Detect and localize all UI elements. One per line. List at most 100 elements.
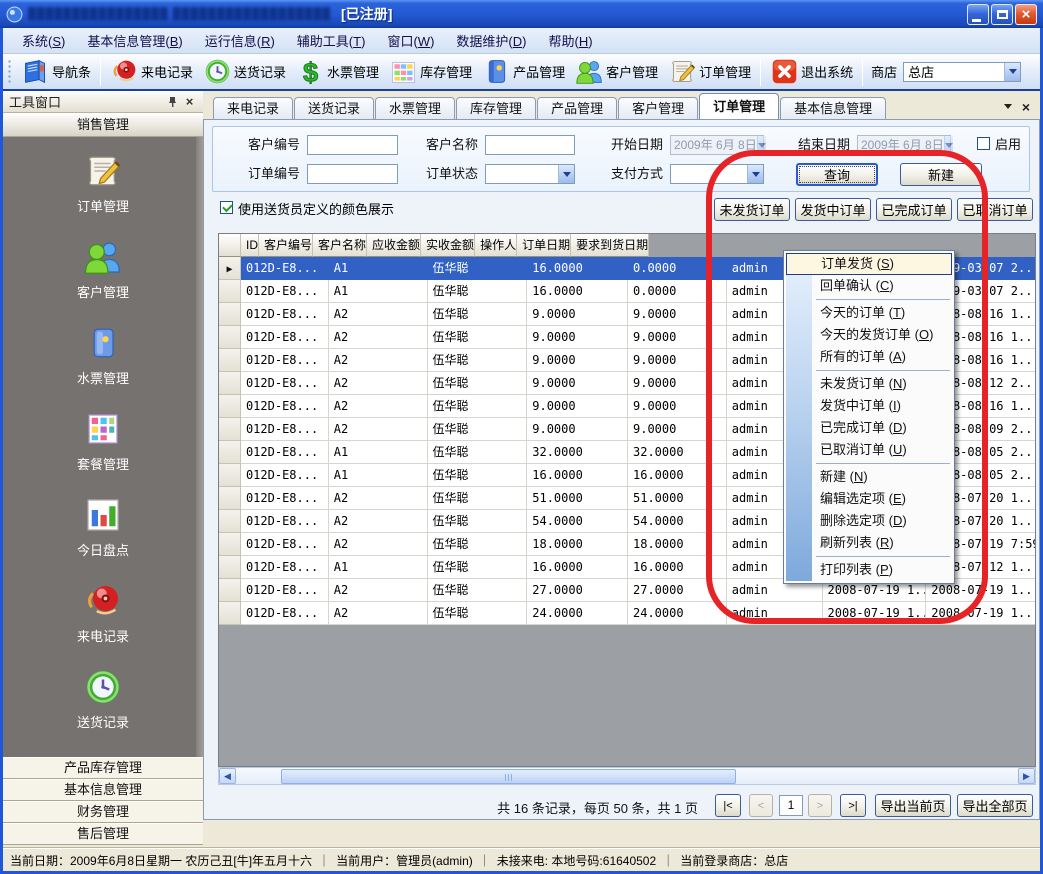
tab[interactable]: 库存管理 xyxy=(456,97,536,119)
export-current-page-button[interactable]: 导出当前页 xyxy=(875,794,951,817)
order-status-filter-button[interactable]: 未发货订单 xyxy=(714,198,790,221)
tab[interactable]: 基本信息管理 xyxy=(780,97,886,119)
sidebar-section-sales[interactable]: 销售管理 xyxy=(3,113,203,137)
toolbar-button[interactable]: 来电记录 xyxy=(105,55,198,88)
context-menu-item[interactable]: 今天的订单 (T) xyxy=(786,302,952,324)
context-menu-item[interactable]: 订单发货 (S) xyxy=(786,253,952,275)
grid-column-header[interactable]: 客户编号 xyxy=(259,234,313,257)
grid-column-header[interactable]: 实收金额 xyxy=(421,234,475,257)
tab[interactable]: 客户管理 xyxy=(618,97,698,119)
order-status-select[interactable] xyxy=(485,164,575,184)
context-menu-item[interactable]: 编辑选定项 (E) xyxy=(786,488,952,510)
export-all-pages-button[interactable]: 导出全部页 xyxy=(957,794,1033,817)
order-no-input[interactable] xyxy=(307,164,398,184)
context-menu-item[interactable]: 未发货订单 (N) xyxy=(786,373,952,395)
toolbar-button[interactable]: 导航条 xyxy=(16,55,96,88)
grid-column-header[interactable]: 要求到货日期 xyxy=(571,234,649,257)
query-button[interactable]: 查询 xyxy=(796,163,878,186)
customer-name-input[interactable] xyxy=(485,135,575,155)
context-menu-item[interactable]: 发货中订单 (I) xyxy=(786,395,952,417)
chevron-down-icon[interactable] xyxy=(747,165,763,183)
pin-icon[interactable] xyxy=(167,96,182,108)
chevron-down-icon[interactable] xyxy=(944,136,953,154)
menubar-item[interactable]: 辅助工具(T) xyxy=(286,27,377,54)
toolbar-button[interactable]: 退出系统 xyxy=(765,55,858,88)
tab[interactable]: 来电记录 xyxy=(213,97,293,119)
context-menu-item[interactable]: 回单确认 (C) xyxy=(786,275,952,297)
sidebar-section-bar[interactable]: 财务管理 xyxy=(3,801,203,823)
next-page-button[interactable]: > xyxy=(808,794,832,817)
tab-close-icon[interactable]: × xyxy=(1022,101,1030,113)
toolbar-grip[interactable] xyxy=(7,59,12,85)
scroll-right-icon[interactable]: ▶ xyxy=(1018,768,1035,784)
close-button[interactable]: × xyxy=(1015,4,1037,25)
menubar-item[interactable]: 数据维护(D) xyxy=(445,27,537,54)
tab[interactable]: 产品管理 xyxy=(537,97,617,119)
order-status-filter-button[interactable]: 已完成订单 xyxy=(876,198,952,221)
sidebar-section-bar[interactable]: 基本信息管理 xyxy=(3,779,203,801)
grid-column-header[interactable]: 应收金额 xyxy=(367,234,421,257)
menubar-item[interactable]: 窗口(W) xyxy=(376,27,445,54)
store-select[interactable]: 总店 xyxy=(903,62,1021,82)
sidebar-item[interactable]: 水票管理 xyxy=(28,323,178,409)
pay-method-select[interactable] xyxy=(670,164,764,184)
horizontal-scrollbar[interactable]: ◀ ▶ xyxy=(218,767,1036,785)
toolbar-button[interactable]: 库存管理 xyxy=(384,55,477,88)
maximize-button[interactable] xyxy=(991,4,1013,25)
scroll-left-icon[interactable]: ◀ xyxy=(219,768,236,784)
chevron-down-icon[interactable] xyxy=(558,165,574,183)
tab[interactable]: 订单管理 xyxy=(699,93,779,119)
toolbar-button[interactable]: 产品管理 xyxy=(477,55,570,88)
sidebar-item[interactable]: 来电记录 xyxy=(28,581,178,667)
order-status-filter-button[interactable]: 已取消订单 xyxy=(957,198,1033,221)
context-menu-item[interactable]: 打印列表 (P) xyxy=(786,559,952,581)
context-menu-item[interactable]: 今天的发货订单 (O) xyxy=(786,324,952,346)
toolbar-button[interactable]: $ 水票管理 xyxy=(291,55,384,88)
context-menu-item[interactable]: 已取消订单 (U) xyxy=(786,439,952,461)
last-page-button[interactable]: >| xyxy=(840,794,866,817)
menubar-item[interactable]: 运行信息(R) xyxy=(194,27,286,54)
order-status-filter-button[interactable]: 发货中订单 xyxy=(795,198,871,221)
table-row[interactable]: 012D-E8... A2 伍华聪 24.0000 24.0000 admin … xyxy=(219,602,1035,625)
sidebar-item[interactable]: 送货记录 xyxy=(28,667,178,753)
end-date-picker[interactable]: 2009年 6月 8日 xyxy=(857,135,951,155)
scrollbar-thumb[interactable] xyxy=(281,769,736,784)
minimize-button[interactable] xyxy=(967,4,989,25)
context-menu-item[interactable]: 所有的订单 (A) xyxy=(786,346,952,368)
page-number-input[interactable]: 1 xyxy=(779,795,803,816)
toolbar-button[interactable]: 订单管理 xyxy=(663,55,756,88)
customer-no-input[interactable] xyxy=(307,135,398,155)
first-page-button[interactable]: |< xyxy=(715,794,741,817)
grid-column-header[interactable]: 客户名称 xyxy=(313,234,367,257)
prev-page-button[interactable]: < xyxy=(749,794,773,817)
use-deliverer-color-checkbox[interactable] xyxy=(220,201,233,214)
toolbar-button[interactable]: 送货记录 xyxy=(198,55,291,88)
grid-column-header[interactable]: 操作人 xyxy=(475,234,517,257)
sidebar-item[interactable]: 今日盘点 xyxy=(28,495,178,581)
context-menu-item[interactable]: 新建 (N) xyxy=(786,466,952,488)
menubar-item[interactable]: 帮助(H) xyxy=(537,27,603,54)
toolbar-button[interactable]: 客户管理 xyxy=(570,55,663,88)
menubar-item[interactable]: 系统(S) xyxy=(11,27,76,54)
start-date-picker[interactable]: 2009年 6月 8日 xyxy=(670,135,764,155)
enable-date-checkbox[interactable] xyxy=(977,137,990,150)
sidebar-item[interactable]: 订单管理 xyxy=(28,151,178,237)
tab-list-dropdown-icon[interactable] xyxy=(1004,104,1012,113)
chevron-down-icon[interactable] xyxy=(757,136,766,154)
sidebar-item[interactable]: 客户管理 xyxy=(28,237,178,323)
sidebar-section-bar[interactable]: 售后管理 xyxy=(3,823,203,845)
sidebar-scrollbar[interactable] xyxy=(196,137,203,757)
context-menu-item[interactable]: 删除选定项 (D) xyxy=(786,510,952,532)
tab[interactable]: 送货记录 xyxy=(294,97,374,119)
sidebar-section-bar[interactable]: 产品库存管理 xyxy=(3,757,203,779)
chevron-down-icon[interactable] xyxy=(1004,63,1020,81)
grid-column-header[interactable]: ID xyxy=(241,234,259,257)
sidebar-item[interactable]: 套餐管理 xyxy=(28,409,178,495)
close-icon[interactable]: × xyxy=(182,94,197,109)
tab[interactable]: 水票管理 xyxy=(375,97,455,119)
context-menu-item[interactable]: 刷新列表 (R) xyxy=(786,532,952,554)
menubar-item[interactable]: 基本信息管理(B) xyxy=(76,27,193,54)
new-button[interactable]: 新建 xyxy=(900,163,982,186)
grid-column-header[interactable]: 订单日期 xyxy=(517,234,571,257)
context-menu-item[interactable]: 已完成订单 (D) xyxy=(786,417,952,439)
